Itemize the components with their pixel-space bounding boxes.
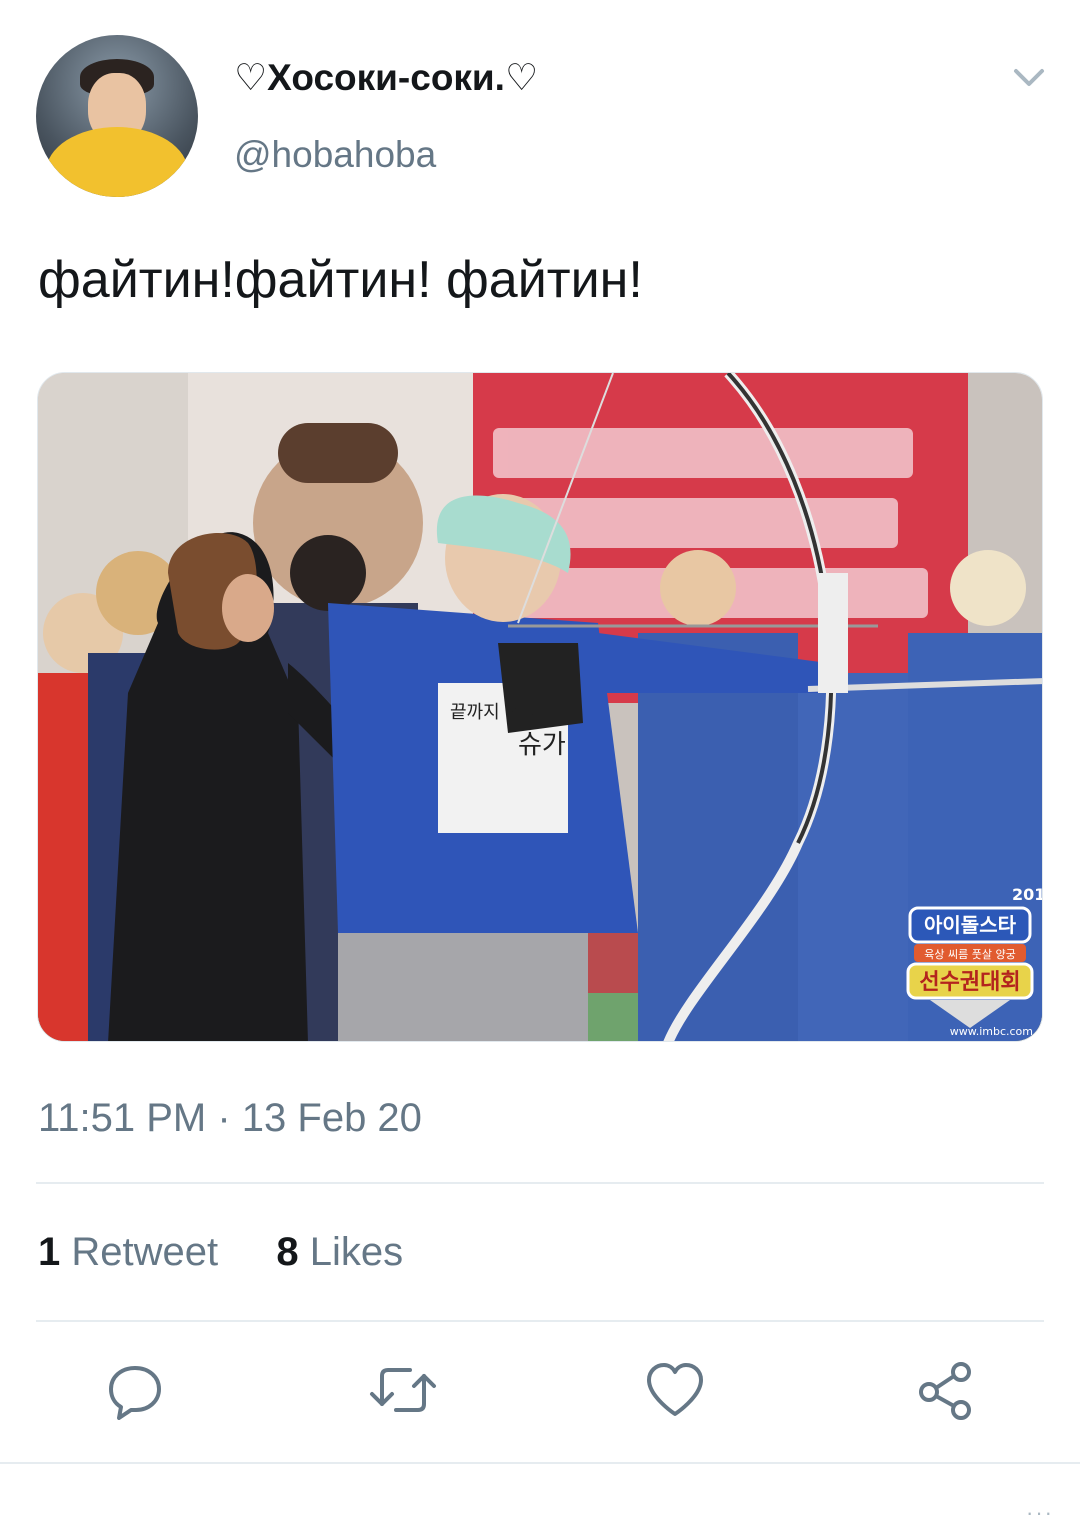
tweet-text: файтин!файтин! файтин!: [38, 251, 643, 309]
tweet-timestamp[interactable]: 11:51 PM · 13 Feb 20: [38, 1096, 422, 1141]
divider-top: [36, 1182, 1044, 1184]
tweet-action-bar: [0, 1355, 1080, 1425]
tweet-media-image[interactable]: 슈가 끝까지 된다 2016 아이돌스타 육상 씨름 풋살 양궁 선수권대회 w…: [37, 372, 1043, 1042]
divider-bottom: [36, 1320, 1044, 1322]
likes-stat[interactable]: 8 Likes: [276, 1230, 403, 1274]
retweets-label: Retweet: [71, 1230, 219, 1274]
tweet-bottom-border: [0, 1462, 1080, 1464]
retweet-icon: [370, 1368, 436, 1412]
image-watermark: www.imbc.com: [950, 1025, 1033, 1038]
share-icon: [919, 1362, 971, 1420]
tweet-stats: 1 Retweet 8 Likes: [38, 1230, 403, 1275]
reply-icon: [109, 1366, 161, 1420]
likes-label: Likes: [309, 1230, 404, 1274]
retweets-count: 1: [38, 1230, 61, 1274]
chevron-down-icon[interactable]: [1010, 62, 1048, 92]
logo-title: 아이돌스타: [924, 913, 1017, 937]
reply-button[interactable]: [100, 1355, 170, 1425]
share-button[interactable]: [910, 1355, 980, 1425]
logo-events: 육상 씨름 풋살 양궁: [924, 948, 1015, 961]
retweets-stat[interactable]: 1 Retweet: [38, 1230, 229, 1274]
heart-icon: [647, 1363, 703, 1416]
logo-championship: 선수권대회: [919, 970, 1020, 995]
bib-slogan: 끝까지 된다: [450, 702, 539, 723]
retweet-button[interactable]: [368, 1355, 438, 1425]
bib-name: 슈가: [518, 730, 566, 760]
author-handle[interactable]: @hobahoba: [234, 134, 436, 176]
like-button[interactable]: [640, 1355, 710, 1425]
more-indicator-icon: ···: [1026, 1500, 1054, 1525]
author-avatar[interactable]: [36, 35, 198, 197]
author-display-name[interactable]: ♡Хосоки-соки.♡: [234, 56, 538, 99]
logo-year: 2016: [1012, 885, 1043, 904]
likes-count: 8: [276, 1230, 299, 1274]
